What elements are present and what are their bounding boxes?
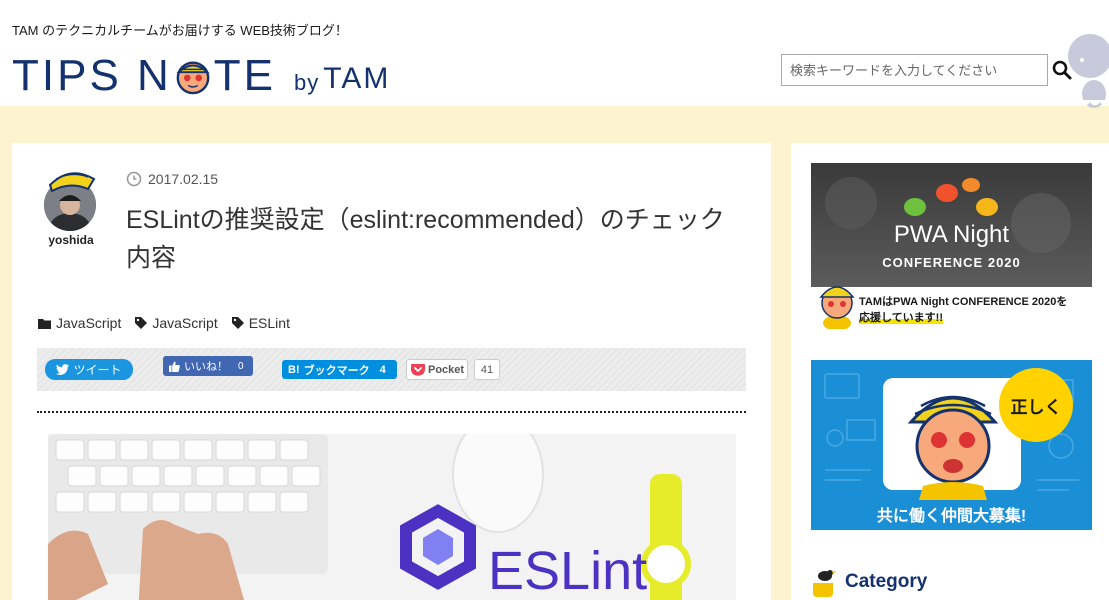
facebook-like-button[interactable]: いいね！ 0 — [163, 356, 253, 376]
post-title: ESLintの推奨設定（eslint:recommended）のチェック内容 — [126, 206, 725, 272]
post-date-text: 2017.02.15 — [148, 171, 219, 187]
like-label: いいね！ — [184, 361, 228, 373]
mascot-face-icon — [176, 61, 210, 95]
site-header: TAM のテクニカルチームがお届けする WEB技術ブログ！ TIPS N TE … — [0, 0, 1109, 108]
article-card: yoshida 2017.02.15 ESLintの推奨設定（eslint:re… — [12, 143, 771, 600]
post-taxonomy: JavaScript JavaScript ESLint — [38, 315, 290, 331]
site-tagline: TAM のテクニカルチームがお届けする WEB技術ブログ！ — [12, 23, 348, 38]
hatena-count: 4 — [379, 363, 386, 376]
category-label: JavaScript — [56, 315, 122, 331]
hero-image: ESLint — [48, 434, 736, 600]
category-heading-text: Category — [845, 571, 928, 592]
divider — [37, 411, 746, 413]
pocket-button[interactable]: Pocket — [406, 359, 468, 380]
recruit-speech-bubble: 正しく — [999, 368, 1073, 442]
pocket-label: Pocket — [428, 363, 465, 376]
post-date: 2017.02.15 — [126, 171, 218, 187]
clock-icon — [126, 171, 142, 187]
folder-icon — [38, 318, 51, 329]
thumbs-up-icon — [169, 361, 180, 372]
twitter-bird-icon — [56, 364, 70, 375]
tag-label: JavaScript — [152, 315, 218, 331]
author-avatar — [44, 172, 96, 231]
tag-link-javascript[interactable]: JavaScript — [135, 315, 218, 331]
search-input[interactable] — [782, 55, 1047, 85]
logo-text-tips-n: TIPS N — [12, 51, 172, 100]
tag-label: ESLint — [248, 315, 290, 331]
sidebar: PWA Night CONFERENCE 2020 TAMはPWA Night … — [791, 143, 1109, 600]
logo-tam: TAM — [323, 62, 391, 95]
pwa-banner-subtitle: CONFERENCE 2020 — [882, 255, 1021, 270]
pocket-icon — [411, 364, 425, 376]
hatena-bookmark-button[interactable]: B! ブックマーク 4 — [282, 360, 397, 379]
hatena-b-icon: B! — [288, 363, 300, 376]
tag-link-eslint[interactable]: ESLint — [231, 315, 290, 331]
pwa-message-line1: TAMはPWA Night CONFERENCE 2020を — [859, 296, 1068, 308]
tweet-button[interactable]: ツイート — [45, 359, 133, 380]
hero-eslint-text: ESLint — [488, 541, 647, 600]
tag-icon — [135, 317, 148, 329]
pwa-banner-title: PWA Night — [893, 221, 1010, 248]
tag-icon — [231, 317, 244, 329]
author-block[interactable]: yoshida — [42, 167, 100, 247]
logo-wordmark: TIPS N TE — [12, 52, 276, 100]
pocket-count: 41 — [474, 359, 500, 380]
tweet-label: ツイート — [73, 363, 122, 377]
category-heading: Category — [811, 567, 927, 597]
share-bar: ツイート いいね！ 0 B! ブックマーク 4 Pocket 41 — [37, 348, 746, 391]
tam-mascot-icon — [819, 286, 855, 329]
logo-by: by — [294, 70, 320, 95]
pwa-night-banner[interactable]: PWA Night CONFERENCE 2020 TAMはPWA Night … — [811, 163, 1092, 331]
pwa-banner-message: TAMはPWA Night CONFERENCE 2020を 応援しています!! — [859, 294, 1089, 326]
mascot-silhouette-icon — [1068, 34, 1109, 108]
recruit-banner[interactable]: 正しく 共に働く仲間大募集! — [811, 360, 1092, 530]
logo-text-te: TE — [213, 51, 277, 100]
bird-nest-icon — [813, 570, 836, 597]
recruit-banner-text: 共に働く仲間大募集! — [876, 508, 1027, 525]
tam-mascot-face-icon — [907, 395, 999, 500]
hatena-label: ブックマーク — [303, 364, 370, 377]
author-name[interactable]: yoshida — [42, 233, 100, 247]
pwa-message-line2: 応援しています!! — [859, 312, 943, 324]
category-link[interactable]: JavaScript — [38, 315, 121, 331]
site-logo[interactable]: TIPS N TE by TAM — [12, 44, 390, 100]
like-count: 0 — [238, 360, 244, 372]
header-wave-divider — [0, 100, 1109, 112]
search-box — [781, 54, 1048, 86]
